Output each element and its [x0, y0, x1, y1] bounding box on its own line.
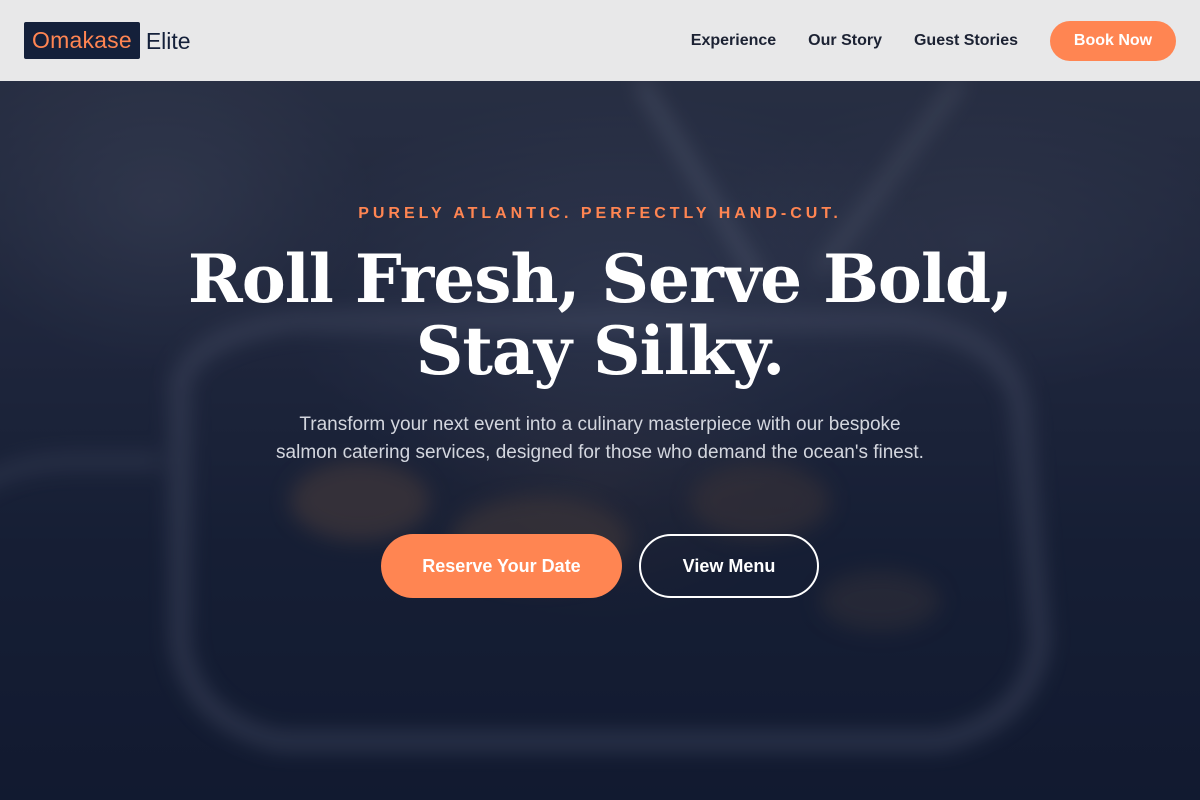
- hero-content: PURELY ATLANTIC. PERFECTLY HAND-CUT. Rol…: [0, 81, 1200, 800]
- logo-highlight: Omakase: [24, 22, 140, 59]
- nav-link-experience[interactable]: Experience: [691, 32, 776, 50]
- book-now-button[interactable]: Book Now: [1050, 20, 1176, 61]
- logo-text: Elite: [145, 27, 191, 54]
- hero-section: PURELY ATLANTIC. PERFECTLY HAND-CUT. Rol…: [0, 81, 1200, 800]
- hero-description: Transform your next event into a culinar…: [276, 414, 924, 463]
- nav-link-our-story[interactable]: Our Story: [808, 32, 882, 50]
- main-nav: Experience Our Story Guest Stories Book …: [691, 20, 1176, 61]
- view-menu-button[interactable]: View Menu: [639, 534, 819, 598]
- hero-headline: Roll Fresh, Serve Bold, Stay Silky.: [100, 243, 1100, 387]
- site-header: Omakase Elite Experience Our Story Guest…: [0, 0, 1200, 81]
- logo[interactable]: Omakase Elite: [24, 22, 191, 59]
- nav-link-guest-stories[interactable]: Guest Stories: [914, 32, 1018, 50]
- headline-line-2: Stay Silky.: [415, 312, 786, 390]
- reserve-date-button[interactable]: Reserve Your Date: [381, 534, 622, 598]
- hero-cta-group: Reserve Your Date View Menu: [0, 534, 1200, 598]
- headline-line-1: Roll Fresh, Serve Bold,: [187, 240, 1013, 318]
- hero-tagline: PURELY ATLANTIC. PERFECTLY HAND-CUT.: [358, 205, 842, 222]
